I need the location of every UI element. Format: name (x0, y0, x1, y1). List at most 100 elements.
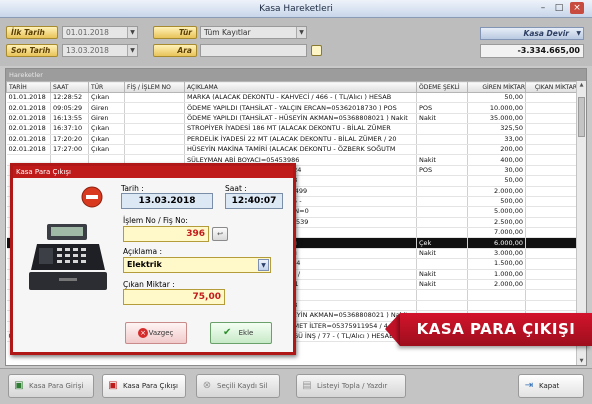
son-tarih-input[interactable]: 13.03.2018 ▼ (62, 44, 138, 57)
table-cell: 500,00 (467, 196, 526, 208)
table-cell (416, 134, 468, 145)
table-cell (467, 300, 526, 312)
table-row[interactable]: 02.01.2018 16:13:55 Giren ÖDEME YAPILDI (TA… (6, 113, 578, 125)
tur-select[interactable]: Tüm Kayıtlar ▼ (200, 26, 307, 39)
column-header[interactable]: ÖDEME ŞEKLİ (416, 81, 468, 93)
aciklama-label: Açıklama : (123, 247, 163, 256)
table-cell: 09:05:29 (50, 102, 89, 114)
column-header[interactable]: FİŞ / İŞLEM NO (124, 81, 185, 93)
table-cell: Nakit (416, 248, 468, 260)
chevron-down-icon[interactable]: ▼ (576, 28, 581, 39)
table-cell (525, 102, 578, 114)
minimize-icon[interactable]: – (536, 2, 550, 14)
table-cell (525, 92, 578, 104)
vazgec-button[interactable]: × Vazgeç (125, 322, 187, 344)
table-cell (416, 206, 468, 218)
table-cell (525, 300, 578, 312)
listeyi-topla-button[interactable]: ▤ Listeyi Topla / Yazdır (296, 374, 406, 398)
table-cell (525, 123, 578, 135)
table-cell: ÖDEME YAPILDI (TAHSİLAT - YALÇIN ERCAN=0… (184, 102, 417, 114)
table-cell (124, 123, 185, 135)
table-row[interactable]: 01.01.2018 12:28:52 Çıkan MARKA (ALACAK DEK… (6, 92, 578, 104)
table-row[interactable]: 02.01.2018 17:27:00 Çıkan HÜSEYİN MAKİNA TA… (6, 144, 578, 156)
arrow-input-icon[interactable]: ↩ (212, 227, 228, 241)
table-cell: 30,00 (467, 165, 526, 177)
table-cell: 02.01.2018 (6, 134, 51, 145)
cikan-miktar-label: Çıkan Miktar : (123, 280, 175, 289)
table-cell: Çek (416, 237, 468, 249)
search-button[interactable] (311, 45, 322, 56)
table-cell (124, 113, 185, 125)
chevron-down-icon[interactable]: ▼ (127, 45, 137, 56)
column-header[interactable]: TÜR (88, 81, 125, 93)
window-titlebar: Kasa Hareketleri – □ × (0, 0, 592, 18)
table-cell: ÖDEME YAPILDI (TAHSİLAT - HÜSEYİN AKMAN=… (184, 113, 417, 125)
table-cell (525, 175, 578, 187)
table-cell: Çıkan (88, 123, 125, 135)
table-cell (416, 92, 468, 104)
saat-input[interactable]: 12:40:07 (225, 193, 283, 209)
kasa-para-girisi-button[interactable]: ▣ Kasa Para Girişi (8, 374, 94, 398)
table-cell: HÜSEYİN MAKİNA TAMİRİ (ALACAK DEKONTU - … (184, 144, 417, 156)
table-cell: 1.500,00 (467, 258, 526, 270)
exit-icon: ⇥ (524, 380, 534, 391)
kasa-devir-label: Kasa Devir ▼ (480, 27, 584, 40)
table-row[interactable]: 02.01.2018 17:20:20 Çıkan PERDELİK İYADESİ … (6, 134, 578, 145)
cash-out-icon: ▣ (108, 380, 118, 391)
table-cell: Giren (88, 113, 125, 125)
table-cell: MARKA (ALACAK DEKONTU - KAHVECİ / 466 - … (184, 92, 417, 104)
table-cell: 7.000,00 (467, 227, 526, 239)
ekle-button[interactable]: ✔ Ekle (210, 322, 272, 344)
table-cell (124, 144, 185, 156)
chevron-down-icon[interactable]: ▼ (258, 259, 269, 271)
column-header[interactable]: SAAT (50, 81, 89, 93)
table-cell (416, 227, 468, 239)
ilk-tarih-input[interactable]: 01.01.2018 ▼ (62, 26, 138, 39)
close-icon[interactable]: × (570, 2, 584, 14)
table-cell: 12:28:52 (50, 92, 89, 104)
scroll-up-icon[interactable]: ▲ (577, 81, 586, 90)
scroll-down-icon[interactable]: ▼ (577, 357, 586, 365)
column-header[interactable]: ÇIKAN MİKTAR (525, 81, 578, 93)
search-input[interactable] (200, 44, 307, 57)
column-header[interactable]: AÇIKLAMA (184, 81, 417, 93)
scroll-thumb[interactable] (578, 97, 585, 137)
tarih-input[interactable]: 13.03.2018 (121, 193, 213, 209)
window-title: Kasa Hareketleri (259, 4, 333, 14)
aciklama-select[interactable]: Elektrik ▼ (123, 257, 271, 273)
column-header[interactable]: GİREN MİKTAR (467, 81, 526, 93)
cikan-miktar-input[interactable]: 75,00 (123, 289, 225, 305)
print-icon: ▤ (302, 380, 312, 391)
table-cell: 02.01.2018 (6, 113, 51, 125)
table-cell (416, 217, 468, 229)
table-cell (525, 227, 578, 239)
table-cell: Çıkan (88, 134, 125, 145)
table-cell (525, 165, 578, 177)
secili-kaydi-sil-button[interactable]: ⊗ Seçili Kaydı Sil (196, 374, 280, 398)
chevron-down-icon[interactable]: ▼ (296, 27, 306, 38)
table-cell: 2.000,00 (467, 186, 526, 197)
column-header[interactable]: TARİH (6, 81, 51, 93)
table-cell (525, 134, 578, 145)
tur-value: Tüm Kayıtlar (204, 28, 251, 37)
islem-no-input[interactable]: 396 (123, 226, 209, 242)
table-cell: 16:13:55 (50, 113, 89, 125)
table-row[interactable]: 02.01.2018 16:37:10 Çıkan STROPİYER İYADESİ… (6, 123, 578, 135)
kasa-para-cikisi-button[interactable]: ▣ Kasa Para Çıkışı (102, 374, 186, 398)
secili-kaydi-sil-label: Seçili Kaydı Sil (217, 382, 268, 390)
table-cell: 10.000,00 (467, 102, 526, 114)
table-cell (416, 144, 468, 156)
table-cell: 6.000,00 (467, 237, 526, 249)
table-cell: 2.000,00 (467, 279, 526, 291)
table-cell (416, 186, 468, 197)
kapat-button[interactable]: ⇥ Kapat (518, 374, 584, 398)
table-row[interactable]: 02.01.2018 09:05:29 Giren ÖDEME YAPILDI (TA… (6, 102, 578, 114)
table-cell (525, 144, 578, 156)
table-cell: POS (416, 165, 468, 177)
table-cell: 50,00 (467, 92, 526, 104)
son-tarih-value: 13.03.2018 (66, 46, 109, 55)
chevron-down-icon[interactable]: ▼ (127, 27, 137, 38)
maximize-icon[interactable]: □ (552, 2, 566, 14)
table-cell (124, 92, 185, 104)
table-cell (416, 289, 468, 301)
